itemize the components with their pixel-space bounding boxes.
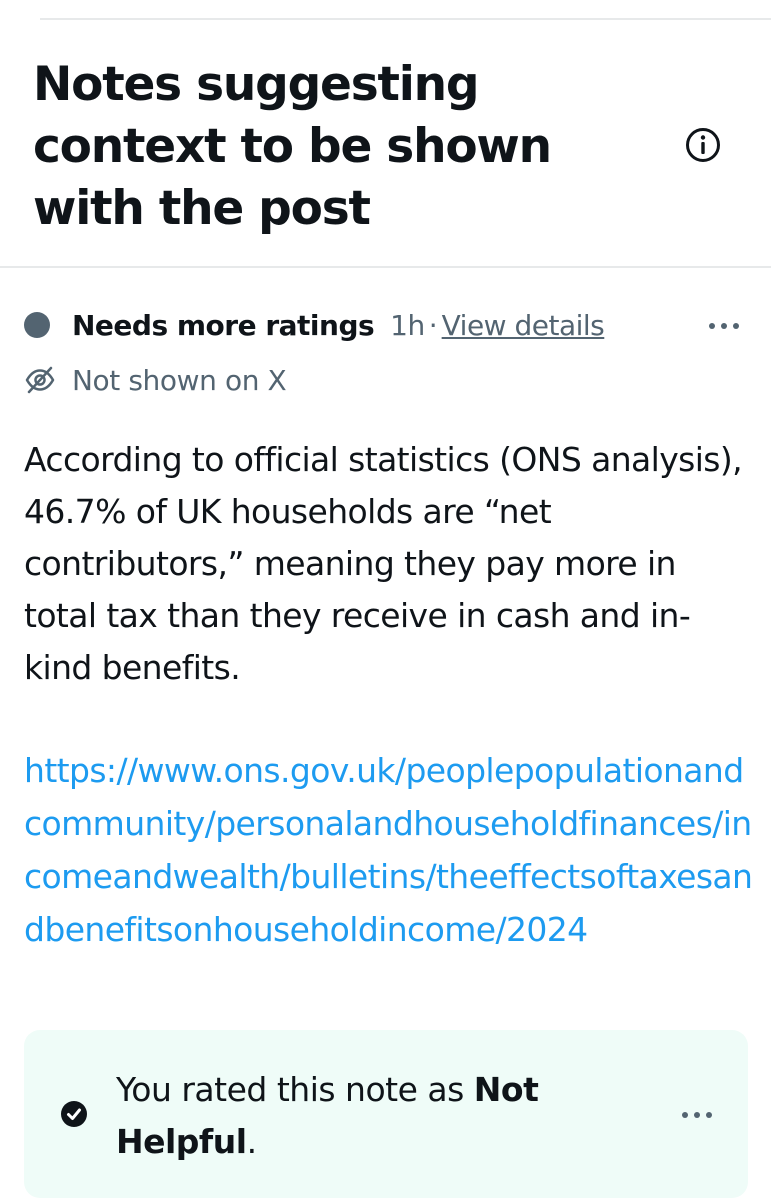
rating-callout: You rated this note as Not Helpful. <box>24 1030 748 1198</box>
note-age: 1h <box>390 308 425 342</box>
page-title: Notes suggesting context to be shown wit… <box>33 57 552 236</box>
section-divider <box>0 266 771 268</box>
visibility-row: Not shown on X <box>24 360 287 400</box>
visibility-status: Not shown on X <box>72 363 287 397</box>
status-dot-icon <box>24 312 50 338</box>
rating-suffix: . <box>246 1122 258 1161</box>
view-details-link[interactable]: View details <box>442 309 605 342</box>
note-status-row: Needs more ratings 1h · View details <box>24 302 605 348</box>
status-label: Needs more ratings <box>72 308 375 342</box>
meta-separator: · <box>428 308 438 342</box>
more-options-icon[interactable] <box>704 314 744 338</box>
eye-off-icon <box>25 366 55 394</box>
top-divider <box>40 18 771 20</box>
rating-message: You rated this note as Not Helpful. <box>116 1064 656 1168</box>
note-body: According to official statistics (ONS an… <box>24 440 743 687</box>
rating-prefix: You rated this note as <box>116 1070 474 1109</box>
source-link[interactable]: https://www.ons.gov.uk/peoplepopulationa… <box>24 744 754 956</box>
check-circle-icon <box>61 1101 87 1127</box>
rating-more-icon[interactable] <box>678 1104 716 1126</box>
info-icon[interactable] <box>684 126 722 164</box>
